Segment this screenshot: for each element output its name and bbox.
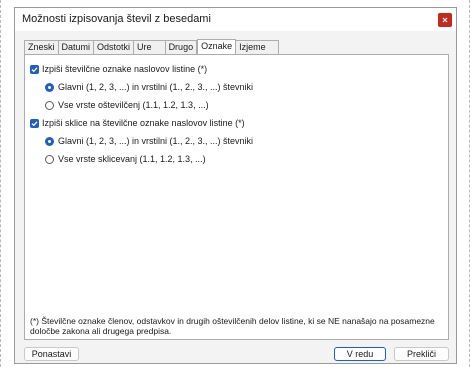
footnote-text: (*) Številčne oznake členov, odstavkov i… <box>30 316 435 336</box>
cancel-button[interactable]: Prekliči <box>394 347 449 361</box>
references-main-radio-label: Glavni (1, 2, 3, ...) in vrstilni (1., 2… <box>58 136 254 146</box>
title-bar: Možnosti izpisovanja števil z besedami <box>15 8 456 31</box>
ok-button[interactable]: V redu <box>334 347 386 361</box>
checkmark-icon <box>31 66 38 72</box>
tab-datumi[interactable]: Datumi <box>58 40 95 54</box>
tab-strip: Zneski Datumi Odstotki Ure Drugo Oznake … <box>24 39 279 54</box>
options-dialog: Možnosti izpisovanja števil z besedami Z… <box>14 7 457 364</box>
close-button[interactable] <box>438 13 452 27</box>
titles-all-radio[interactable] <box>45 100 54 110</box>
tab-izjeme[interactable]: Izjeme <box>236 40 279 54</box>
tab-odstotki[interactable]: Odstotki <box>94 40 135 54</box>
tab-ure[interactable]: Ure <box>134 40 166 54</box>
option-row-titles-main[interactable]: Glavni (1, 2, 3, ...) in vrstilni (1., 2… <box>45 82 253 92</box>
tab-panel-oznake: Izpiši številčne oznake naslovov listine… <box>24 54 449 340</box>
references-checkbox-label: Izpiši sklice na številčne oznake naslov… <box>42 118 245 128</box>
option-row-references-all[interactable]: Vse vrste sklicevanj (1.1, 1.2, 1.3, ...… <box>45 154 206 164</box>
titles-all-radio-label: Vse vrste oštevilčenj (1.1, 1.2, 1.3, ..… <box>58 100 209 110</box>
close-icon <box>442 17 448 23</box>
references-all-radio[interactable] <box>45 154 54 164</box>
window-title: Možnosti izpisovanja števil z besedami <box>22 13 211 25</box>
titles-checkbox-label: Izpiši številčne oznake naslovov listine… <box>42 64 208 74</box>
reset-button[interactable]: Ponastavi <box>24 347 79 361</box>
tab-drugo[interactable]: Drugo <box>165 40 198 54</box>
option-row-references-main[interactable]: Glavni (1, 2, 3, ...) in vrstilni (1., 2… <box>45 136 253 146</box>
references-main-radio[interactable] <box>45 136 54 146</box>
tab-zneski[interactable]: Zneski <box>24 40 59 54</box>
tab-oznake[interactable]: Oznake <box>197 39 237 54</box>
titles-main-radio[interactable] <box>45 82 54 92</box>
checkmark-icon <box>31 120 38 126</box>
option-row-references[interactable]: Izpiši sklice na številčne oznake naslov… <box>30 118 245 128</box>
option-row-titles[interactable]: Izpiši številčne oznake naslovov listine… <box>30 64 207 74</box>
option-row-titles-all[interactable]: Vse vrste oštevilčenj (1.1, 1.2, 1.3, ..… <box>45 100 209 110</box>
references-all-radio-label: Vse vrste sklicevanj (1.1, 1.2, 1.3, ...… <box>58 154 206 164</box>
titles-checkbox[interactable] <box>30 64 39 74</box>
titles-main-radio-label: Glavni (1, 2, 3, ...) in vrstilni (1., 2… <box>58 82 254 92</box>
references-checkbox[interactable] <box>30 118 39 128</box>
